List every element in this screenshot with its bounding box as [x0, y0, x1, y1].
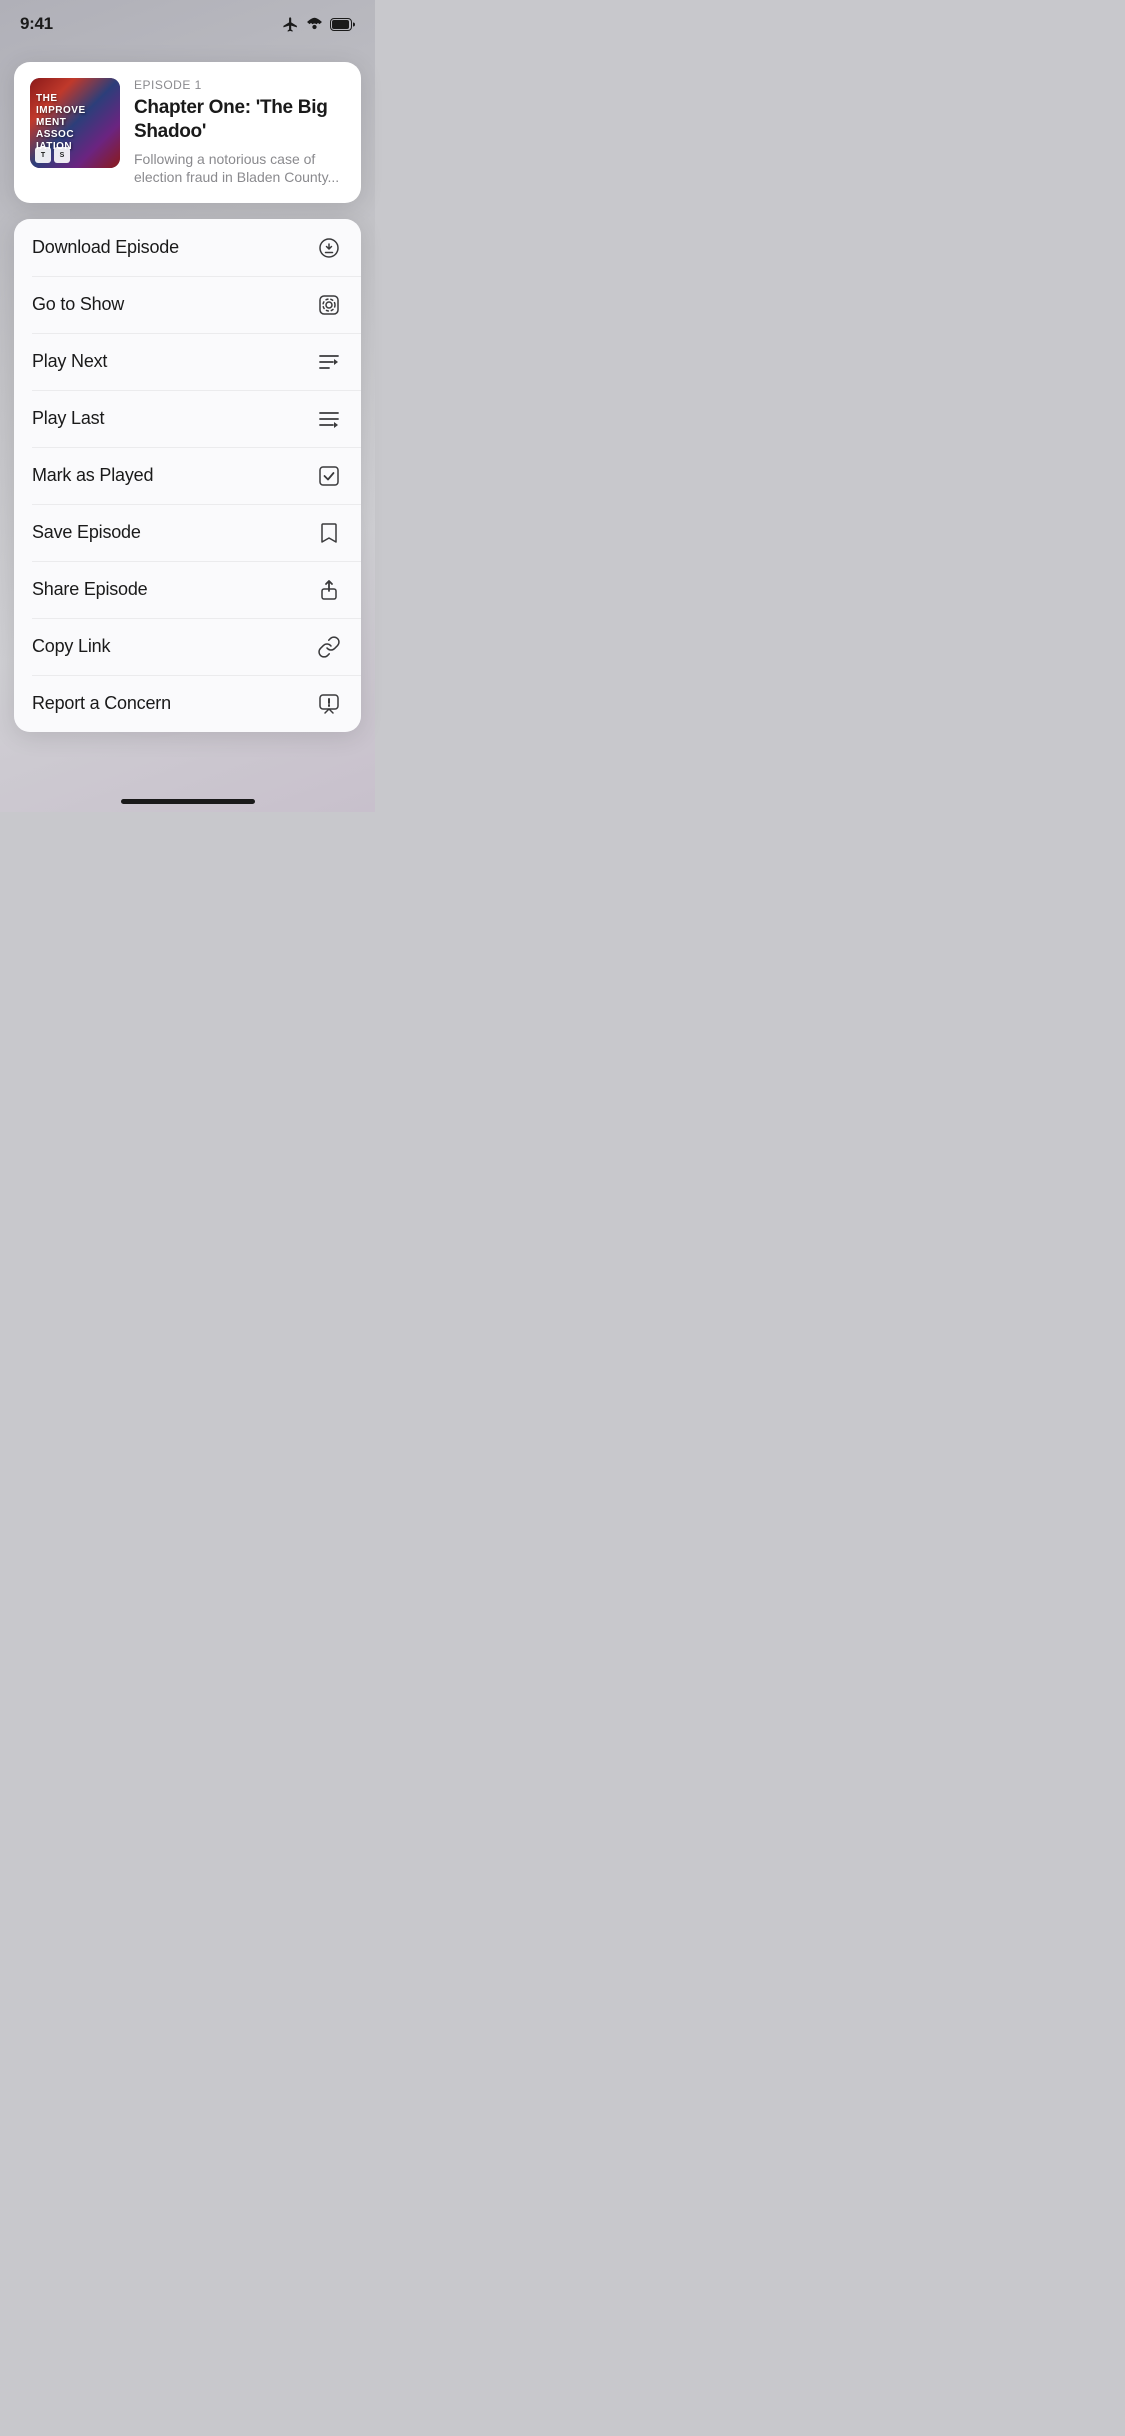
menu-item-go-to-show[interactable]: Go to Show [14, 276, 361, 333]
menu-item-report-concern[interactable]: Report a Concern [14, 675, 361, 732]
menu-label-copy-link: Copy Link [32, 636, 110, 657]
status-bar: 9:41 [0, 0, 375, 42]
podcast-artwork: THEIMPROVEMENTASSOCIATION T S [30, 78, 120, 168]
status-time: 9:41 [20, 14, 53, 34]
bookmark-icon [315, 519, 343, 547]
context-menu: Download Episode Go to Show Play Next [14, 219, 361, 732]
menu-label-save-episode: Save Episode [32, 522, 141, 543]
play-next-icon [315, 348, 343, 376]
menu-item-download-episode[interactable]: Download Episode [14, 219, 361, 276]
artwork-logos: T S [35, 147, 70, 163]
menu-label-play-next: Play Next [32, 351, 107, 372]
episode-card: THEIMPROVEMENTASSOCIATION T S EPISODE 1 … [14, 62, 361, 203]
menu-label-mark-as-played: Mark as Played [32, 465, 153, 486]
episode-description: Following a notorious case of election f… [134, 150, 345, 188]
menu-item-share-episode[interactable]: Share Episode [14, 561, 361, 618]
menu-item-mark-as-played[interactable]: Mark as Played [14, 447, 361, 504]
menu-item-copy-link[interactable]: Copy Link [14, 618, 361, 675]
episode-label: EPISODE 1 [134, 78, 345, 92]
podcast-icon [315, 291, 343, 319]
status-icons [282, 16, 355, 33]
menu-label-download-episode: Download Episode [32, 237, 179, 258]
episode-info: EPISODE 1 Chapter One: 'The Big Shadoo' … [134, 78, 345, 187]
home-indicator [121, 799, 255, 804]
battery-icon [330, 18, 355, 31]
artwork-text: THEIMPROVEMENTASSOCIATION [36, 93, 86, 153]
logo-nyt: T [35, 147, 51, 163]
airplane-icon [282, 16, 299, 33]
menu-label-go-to-show: Go to Show [32, 294, 124, 315]
link-icon [315, 633, 343, 661]
menu-item-play-next[interactable]: Play Next [14, 333, 361, 390]
download-icon [315, 234, 343, 262]
menu-item-play-last[interactable]: Play Last [14, 390, 361, 447]
share-icon [315, 576, 343, 604]
checkmark-box-icon [315, 462, 343, 490]
menu-item-save-episode[interactable]: Save Episode [14, 504, 361, 561]
wifi-icon [306, 16, 323, 33]
menu-label-share-episode: Share Episode [32, 579, 147, 600]
play-last-icon [315, 405, 343, 433]
report-icon [315, 690, 343, 718]
menu-label-play-last: Play Last [32, 408, 104, 429]
artwork-inner: THEIMPROVEMENTASSOCIATION T S [30, 78, 120, 168]
logo-serial: S [54, 147, 70, 163]
menu-label-report-concern: Report a Concern [32, 693, 171, 714]
episode-title: Chapter One: 'The Big Shadoo' [134, 96, 345, 144]
